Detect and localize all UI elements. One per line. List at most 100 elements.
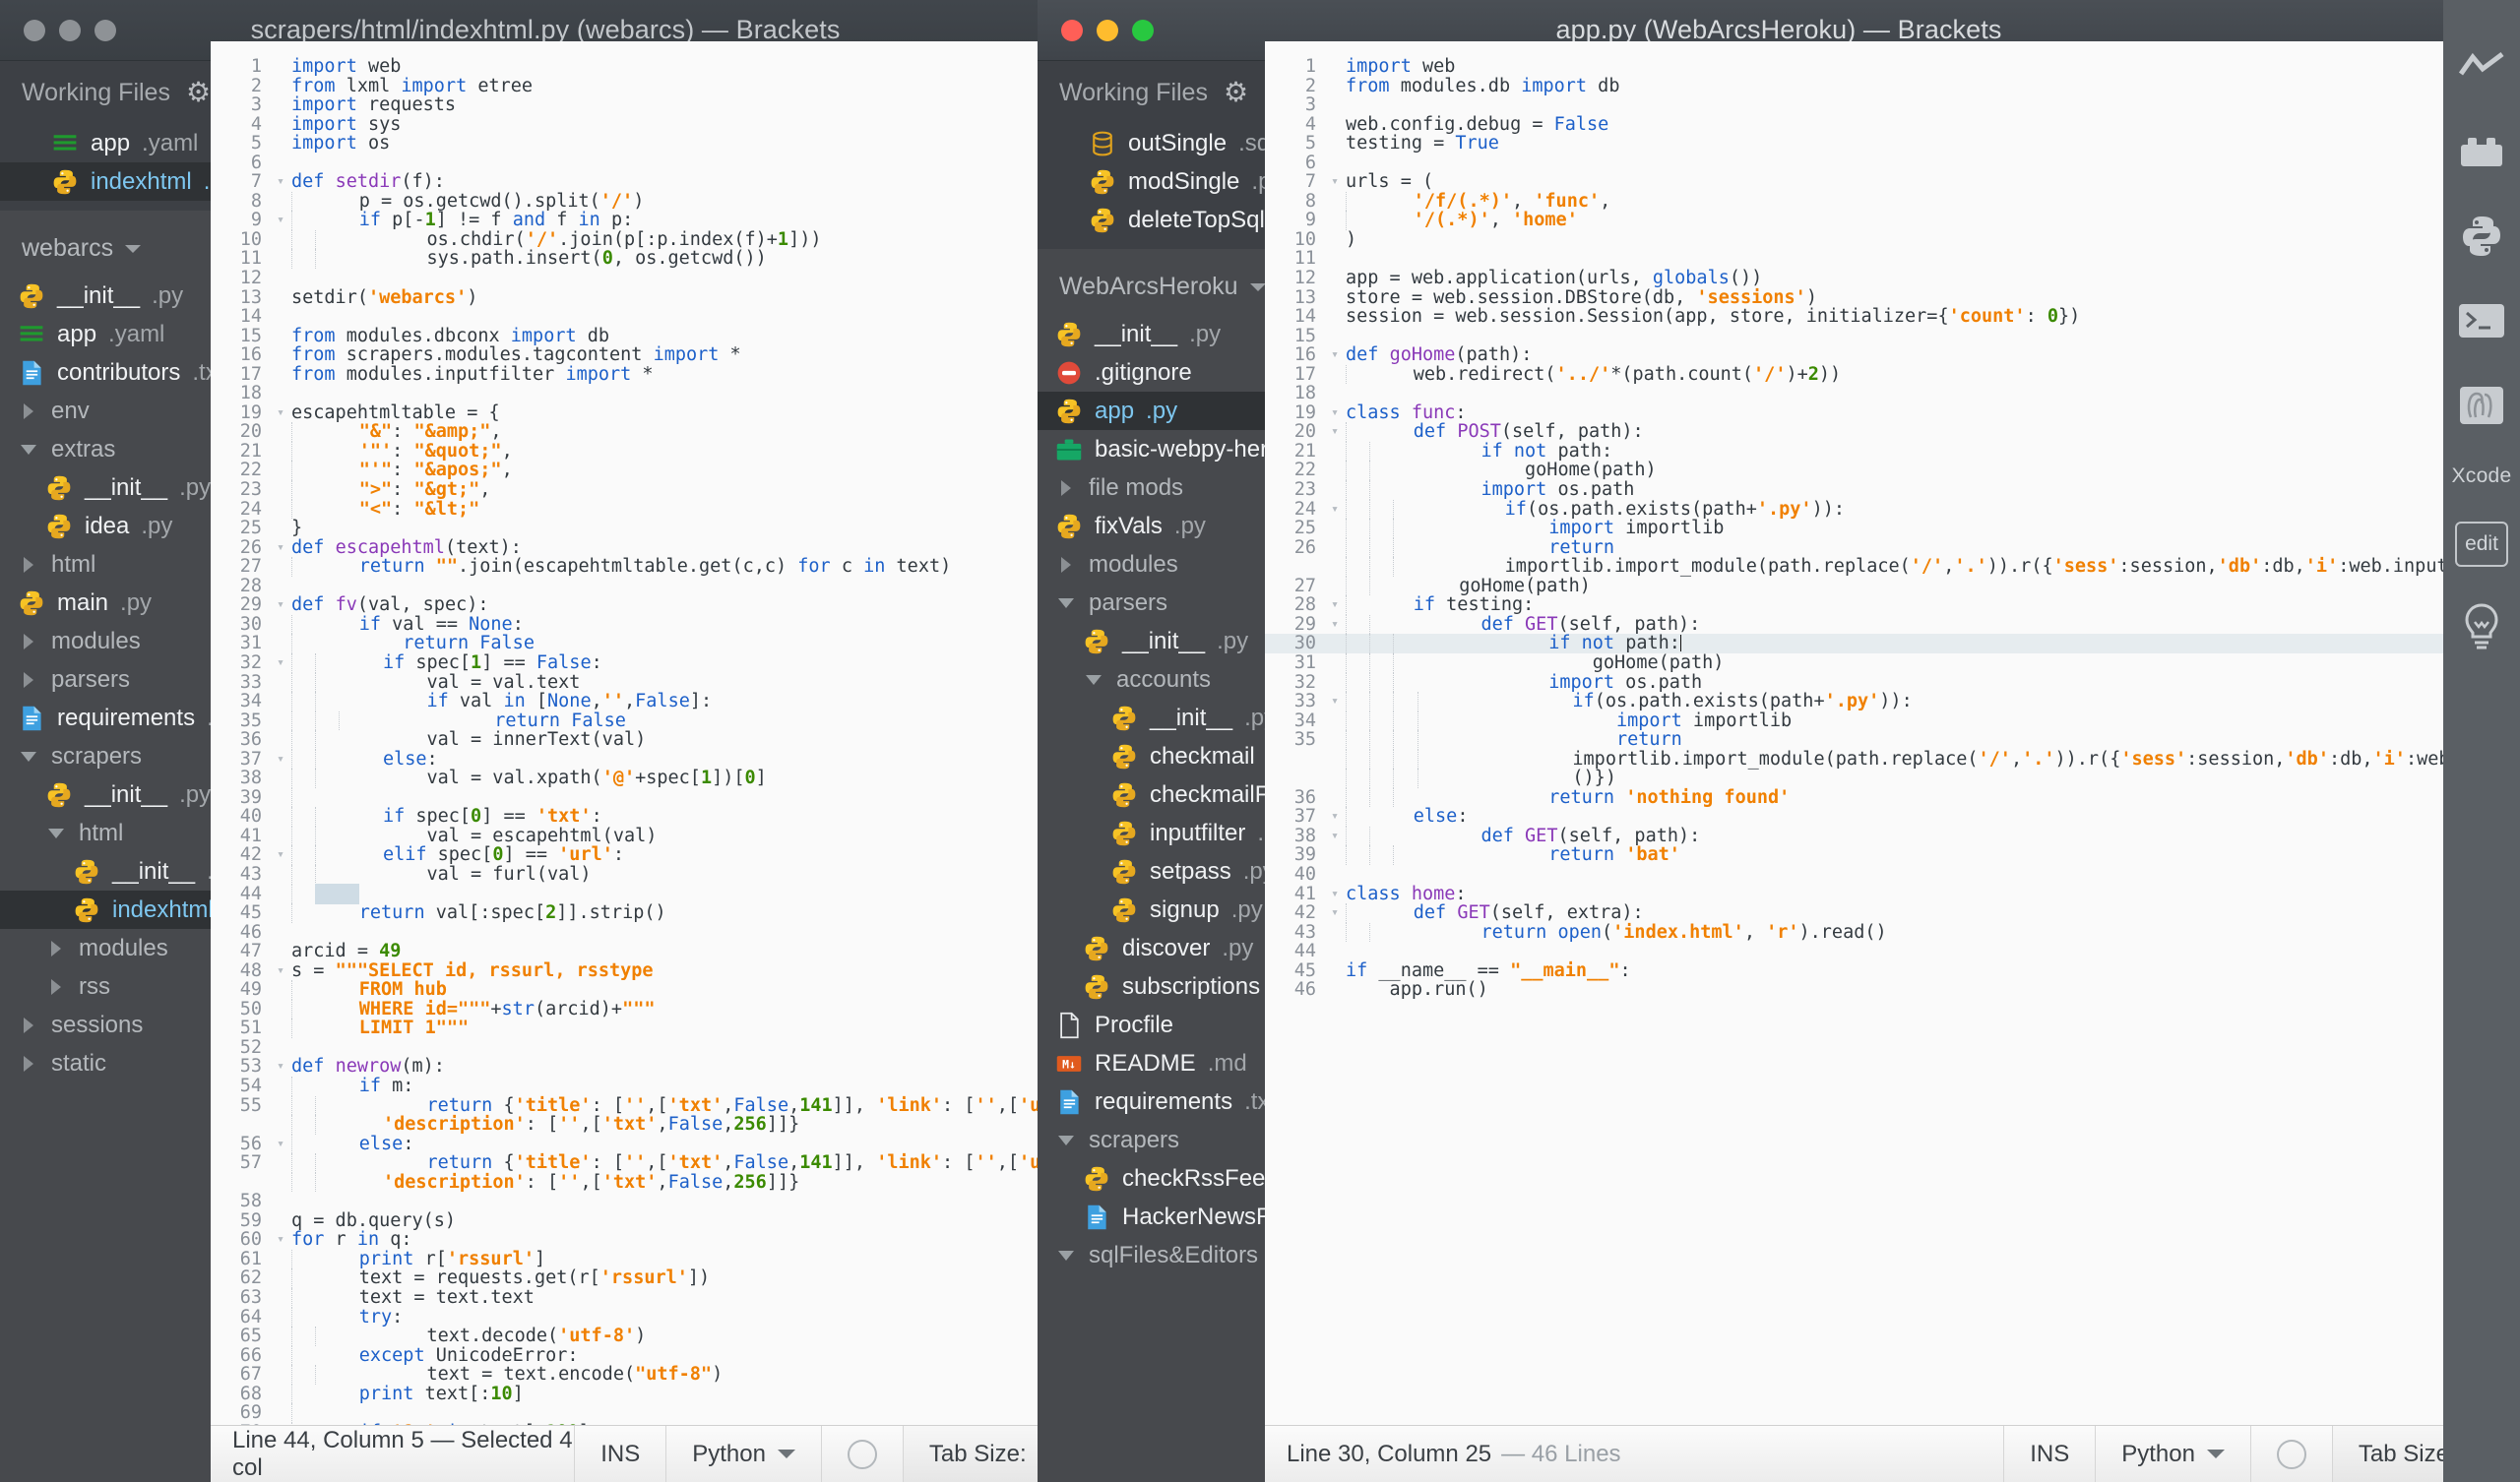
code-line[interactable]: 12 app = web.application(urls, globals()) [1265,269,2443,288]
code-line[interactable]: 35 return False [211,710,1091,731]
code-line[interactable]: 40 if spec[0] == 'txt': [211,807,1091,827]
code-line[interactable]: 31 return False [211,634,1091,653]
code-line[interactable]: 20 ▾ def POST(self, path): [1265,422,2443,442]
code-line[interactable]: 52 [211,1038,1091,1058]
chevron-right-icon[interactable] [18,1055,39,1072]
code-line[interactable]: 'description': ['',['txt',False,256]]} [211,1172,1091,1193]
code-line[interactable]: 2 from modules.db import db [1265,76,2443,96]
code-line[interactable]: 41 val = escapehtml(val) [211,827,1091,846]
code-line[interactable]: 69 [211,1403,1091,1423]
tree-folder-item[interactable]: parsers [0,660,211,699]
fold-triangle-icon[interactable]: ▾ [1324,807,1346,827]
code-line[interactable]: 46 [211,923,1091,943]
window1-working-files-list[interactable]: app .yaml indexhtml .py [0,124,211,211]
code-line[interactable]: 14 session = web.session.Session(app, sto… [1265,307,2443,327]
code-line[interactable]: 14 [211,307,1091,327]
code-line[interactable]: 10 os.chdir('/'.join(p[:p.index(f)+1])) [211,230,1091,250]
tree-file-item[interactable]: __init__ .py [1038,622,1265,660]
code-line[interactable]: 27 goHome(path) [1265,577,2443,596]
tree-file-item[interactable]: __init__ .py [0,277,211,315]
chevron-right-icon[interactable] [18,633,39,649]
tree-file-item[interactable]: signup .py [1038,891,1265,929]
code-line[interactable]: 43 val = furl(val) [211,865,1091,885]
tree-file-item[interactable]: app .py [1038,392,1265,430]
fold-triangle-icon[interactable]: ▾ [1324,692,1346,711]
tree-file-item[interactable]: __init__ .py [0,468,211,507]
code-line[interactable]: 2 from lxml import etree [211,76,1091,96]
fold-triangle-icon[interactable]: ▾ [1324,403,1346,423]
code-line[interactable]: 30 if not path: [1265,634,2443,653]
working-file-item[interactable]: deleteTopSql.py [1038,201,1265,239]
close-button[interactable] [1061,19,1083,41]
tree-file-item[interactable]: main .py [0,584,211,622]
chevron-right-icon[interactable] [18,402,39,419]
tree-folder-item[interactable]: rss [0,967,211,1006]
fold-triangle-icon[interactable]: ▾ [1324,827,1346,846]
window1-traffic-lights[interactable] [0,19,116,41]
code-line[interactable]: 36 val = innerText(val) [211,730,1091,750]
right-dock[interactable]: Xcode edit [2443,0,2520,1482]
code-line[interactable]: 65 text.decode('utf-8') [211,1327,1091,1346]
code-line[interactable]: 28 [211,577,1091,596]
code-line[interactable]: 23 ">": "&gt;", [211,480,1091,500]
fold-triangle-icon[interactable]: ▾ [270,172,291,192]
chevron-right-icon[interactable] [18,556,39,573]
code-line[interactable]: 3 [1265,95,2443,115]
code-line[interactable]: 45 if __name__ == "__main__": [1265,960,2443,981]
chevron-down-icon[interactable] [125,244,142,253]
fold-triangle-icon[interactable]: ▾ [270,1230,291,1250]
tree-folder-item[interactable]: sessions [0,1006,211,1044]
fold-triangle-icon[interactable]: ▾ [270,403,291,423]
code-line[interactable]: 18 [211,384,1091,403]
code-line[interactable]: 7 ▾ urls = ( [1265,172,2443,192]
fold-triangle-icon[interactable]: ▾ [270,1057,291,1077]
tree-folder-item[interactable]: extras [0,430,211,468]
code-line[interactable]: 42 ▾ def GET(self, extra): [1265,903,2443,923]
code-line[interactable]: 21 if not path: [1265,442,2443,462]
window1-project-selector[interactable]: webarcs [0,216,211,277]
code-line[interactable]: 15 [1265,327,2443,346]
chevron-right-icon[interactable] [1055,479,1077,496]
code-line[interactable]: 25} [211,519,1091,538]
code-line[interactable]: 58 [211,1192,1091,1211]
window2-code-content[interactable]: 1 import web 2 from modules.db import db 3 4 w… [1265,41,2443,1000]
chevron-right-icon[interactable] [45,978,67,995]
tree-file-item[interactable]: requirements .txt [1038,1082,1265,1121]
code-line[interactable]: 23 import os.path [1265,480,2443,500]
chevron-down-icon[interactable] [1055,1135,1077,1145]
fold-triangle-icon[interactable]: ▾ [1324,172,1346,192]
code-line[interactable]: 24 ▾ if(os.path.exists(path+'.py')): [1265,499,2443,520]
tree-file-item[interactable]: HackerNewsRSS [1038,1198,1265,1236]
window2-language-selector[interactable]: Python [2095,1426,2250,1482]
code-line[interactable]: 48 ▾ s = """SELECT id, rssurl, rsstype [211,960,1091,981]
code-line[interactable]: 43 return open('index.html', 'r').read() [1265,922,2443,943]
window1-language-selector[interactable]: Python [665,1426,821,1482]
code-line[interactable]: 44 [211,883,1091,904]
tree-file-item[interactable]: checkmail.py [1038,737,1265,775]
tree-file-item[interactable]: idea .py [0,507,211,545]
code-line[interactable]: 39 [211,788,1091,808]
window2-file-tree[interactable]: __init__ .py .gitignore app .py basic-webpy-h… [1038,315,1265,1274]
code-line[interactable]: 45 return val[:spec[2]].strip() [211,903,1091,923]
tree-folder-item[interactable]: scrapers [1038,1121,1265,1159]
code-line[interactable]: 28 ▾ if testing: [1265,595,2443,615]
code-line[interactable]: 33 ▾ if(os.path.exists(path+'.py')): [1265,692,2443,711]
fold-triangle-icon[interactable]: ▾ [270,653,291,673]
code-line[interactable]: 67 text = text.encode("utf-8") [211,1365,1091,1385]
code-line[interactable]: 31 goHome(path) [1265,653,2443,673]
chevron-down-icon[interactable] [18,444,39,455]
window2-statusbar[interactable]: Line 30, Column 25 — 46 Lines INS Python… [1265,1425,2520,1482]
code-line[interactable]: 8 p = os.getcwd().split('/') [211,192,1091,212]
code-line[interactable]: 53 ▾ def newrow(m): [211,1057,1091,1077]
code-line[interactable]: 34 if val in [None,'',False]: [211,692,1091,711]
fold-triangle-icon[interactable]: ▾ [1324,500,1346,520]
code-line[interactable]: 4 web.config.debug = False [1265,114,2443,135]
tree-file-item[interactable]: checkmailFur [1038,775,1265,814]
code-line[interactable]: 57 return {'title': ['',['txt',False,141… [211,1153,1091,1173]
code-line[interactable]: 19 ▾ escapehtmltable = { [211,403,1091,423]
code-line[interactable]: 26 return [1265,537,2443,558]
brackets-window-webarcsheroku[interactable]: app.py (WebArcsHeroku) — Brackets Workin… [1038,0,2520,1482]
tree-file-item[interactable]: subscriptions.py [1038,967,1265,1006]
window2-project-tree[interactable]: WebArcsHeroku __init__ .py .gitignore app .p… [1038,249,1265,1274]
code-line[interactable]: 5 testing = True [1265,134,2443,154]
